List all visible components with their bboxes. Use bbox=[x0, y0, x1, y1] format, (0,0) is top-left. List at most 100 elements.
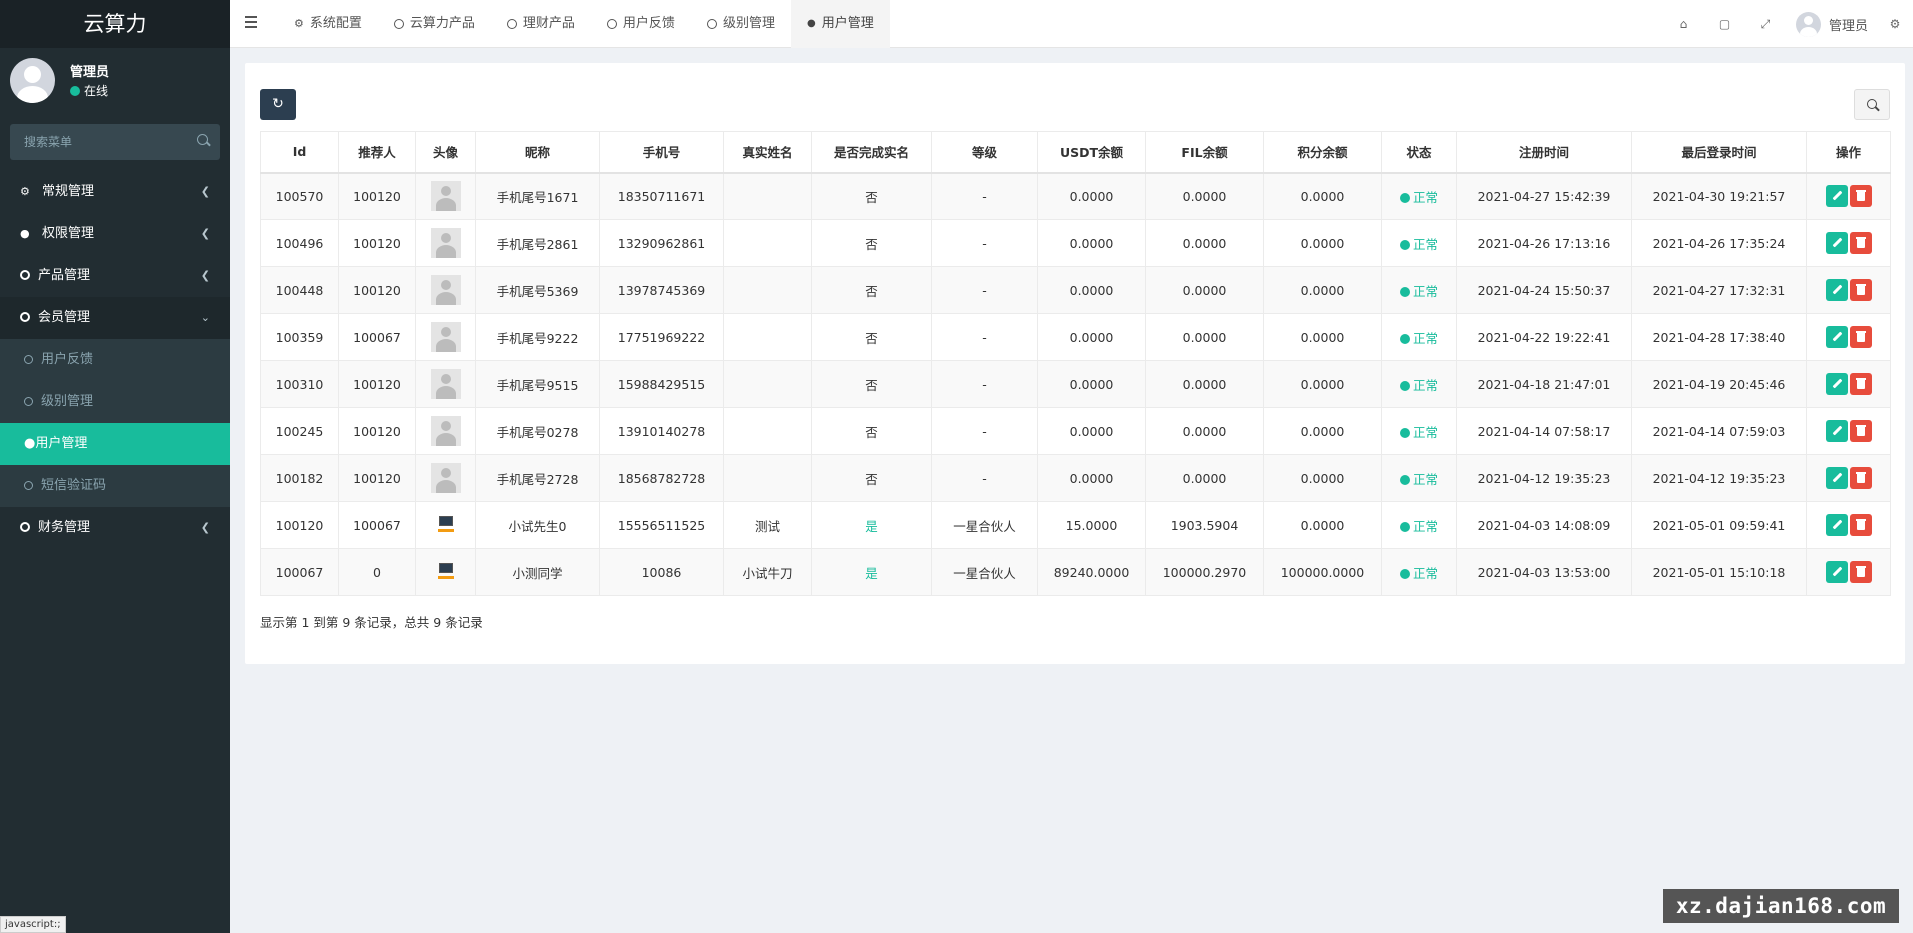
cell-avatar bbox=[415, 454, 476, 502]
refresh-icon: ↻ bbox=[272, 96, 284, 112]
search-toggle-button[interactable] bbox=[1854, 89, 1890, 120]
top-user-menu[interactable]: 管理员 bbox=[1786, 11, 1883, 37]
sidebar-item-permission[interactable]: ● 权限管理 ❮ bbox=[0, 213, 230, 255]
cell-points: 0.0000 bbox=[1263, 407, 1382, 455]
sidebar-item-product[interactable]: 产品管理 ❮ bbox=[0, 255, 230, 297]
user-avatar-placeholder[interactable] bbox=[430, 369, 461, 399]
delete-button[interactable] bbox=[1849, 185, 1872, 208]
user-avatar-placeholder[interactable] bbox=[430, 228, 461, 258]
user-avatar-placeholder[interactable] bbox=[430, 181, 461, 212]
user-avatar-image[interactable] bbox=[436, 561, 456, 583]
cell-avatar bbox=[415, 313, 476, 361]
edit-button[interactable] bbox=[1825, 561, 1848, 583]
tab-finance-product[interactable]: 理财产品 bbox=[491, 0, 591, 48]
tab-cloud-product[interactable]: 云算力产品 bbox=[378, 0, 491, 48]
cell-ref: 100120 bbox=[338, 266, 416, 314]
user-avatar-image[interactable] bbox=[436, 514, 456, 536]
cell-last: 2021-04-26 17:35:24 bbox=[1631, 219, 1807, 267]
cell-real: 小试牛刀 bbox=[723, 548, 812, 596]
sidebar-item-member[interactable]: 会员管理 ⌄ bbox=[0, 297, 230, 339]
column-header: 推荐人 bbox=[338, 131, 416, 174]
cell-usdt: 0.0000 bbox=[1037, 266, 1146, 314]
cell-status: 正常 bbox=[1381, 313, 1457, 361]
column-header: 最后登录时间 bbox=[1631, 131, 1807, 174]
status-badge: 正常 bbox=[1399, 566, 1438, 581]
user-avatar-placeholder[interactable] bbox=[430, 322, 461, 352]
cell-ref: 100120 bbox=[338, 172, 416, 220]
sidebar-item-general[interactable]: ⚙ 常规管理 ❮ bbox=[0, 171, 230, 213]
edit-button[interactable] bbox=[1825, 185, 1848, 208]
cell-nick: 小试先生0 bbox=[475, 501, 600, 549]
cell-last: 2021-05-01 09:59:41 bbox=[1631, 501, 1807, 549]
cell-verified: 否 bbox=[811, 313, 932, 361]
column-header[interactable]: Id bbox=[260, 131, 339, 174]
cell-verified: 否 bbox=[811, 454, 932, 502]
top-user-name: 管理员 bbox=[1828, 18, 1868, 34]
cell-verified: 否 bbox=[811, 266, 932, 314]
delete-button[interactable] bbox=[1849, 373, 1872, 395]
cell-reg: 2021-04-03 14:08:09 bbox=[1456, 501, 1632, 549]
refresh-button[interactable]: ↻ bbox=[260, 89, 296, 120]
cell-actions bbox=[1806, 454, 1891, 502]
content-panel: ↻ Id 推荐人 头像 昵称 手机号 真实姓名 是否完成实名 等级 USDT余额 FIL余额 积分余… bbox=[245, 63, 1905, 664]
column-header: 等级 bbox=[931, 131, 1038, 174]
delete-button[interactable] bbox=[1849, 279, 1872, 301]
tab-level-management[interactable]: 级别管理 bbox=[691, 0, 791, 48]
tab-user-management[interactable]: ● 用户管理 bbox=[790, 0, 890, 48]
menu-search-input[interactable] bbox=[10, 124, 220, 160]
user-table: Id 推荐人 头像 昵称 手机号 真实姓名 是否完成实名 等级 USDT余额 FIL余额 积分余额状… bbox=[260, 131, 1891, 596]
sidebar-item-sms-code[interactable]: 短信验证码 bbox=[0, 465, 230, 507]
tab-system-config[interactable]: ⚙ 系统配置 bbox=[278, 0, 378, 48]
tab-user-feedback[interactable]: 用户反馈 bbox=[591, 0, 691, 48]
delete-button[interactable] bbox=[1849, 232, 1872, 254]
edit-button[interactable] bbox=[1825, 373, 1848, 395]
chevron-left-icon: ❮ bbox=[200, 269, 210, 282]
cell-avatar bbox=[415, 172, 476, 220]
user-avatar-placeholder[interactable] bbox=[430, 463, 461, 493]
sidebar-item-feedback[interactable]: 用户反馈 bbox=[0, 339, 230, 381]
delete-button[interactable] bbox=[1849, 420, 1872, 442]
cell-nick: 手机尾号2861 bbox=[475, 219, 600, 267]
hamburger-menu-icon[interactable] bbox=[245, 16, 257, 31]
cell-phone: 17751969222 bbox=[599, 313, 724, 361]
edit-button[interactable] bbox=[1825, 326, 1848, 348]
cell-id: 100310 bbox=[260, 360, 339, 408]
brand-logo[interactable]: 云算力 bbox=[0, 0, 230, 48]
chevron-left-icon: ❮ bbox=[200, 185, 210, 198]
cell-usdt: 15.0000 bbox=[1037, 501, 1146, 549]
user-avatar-placeholder[interactable] bbox=[430, 275, 461, 305]
fullscreen-icon[interactable]: ⤢ bbox=[1745, 17, 1786, 32]
cell-id: 100120 bbox=[260, 501, 339, 549]
table-row: 100067 0 小测同学 10086 小试牛刀是一星合伙人 89240.0000 1000… bbox=[260, 548, 1891, 596]
home-icon[interactable]: ⌂ bbox=[1663, 17, 1704, 31]
sidebar-search bbox=[10, 124, 220, 160]
sidebar-item-level[interactable]: 级别管理 bbox=[0, 381, 230, 423]
edit-button[interactable] bbox=[1825, 467, 1848, 489]
cell-fil: 0.0000 bbox=[1145, 313, 1264, 361]
edit-button[interactable] bbox=[1825, 514, 1848, 536]
delete-button[interactable] bbox=[1849, 514, 1872, 536]
delete-button[interactable] bbox=[1849, 467, 1872, 489]
sidebar-item-user-management[interactable]: ●用户管理 bbox=[0, 423, 230, 465]
cell-phone: 13290962861 bbox=[599, 219, 724, 267]
cell-reg: 2021-04-24 15:50:37 bbox=[1456, 266, 1632, 314]
sidebar: 云算力 管理员 在线 ⚙常规管理❮ ●权限管理❮ 产品管理❮ 会员管理⌄ 用户反… bbox=[0, 0, 230, 933]
cell-fil: 0.0000 bbox=[1145, 454, 1264, 502]
trash-icon[interactable]: ▢ bbox=[1704, 17, 1745, 31]
settings-gear-icon[interactable]: ⚙ bbox=[1883, 17, 1907, 31]
avatar bbox=[10, 58, 55, 103]
chevron-left-icon: ❮ bbox=[200, 521, 210, 534]
edit-button[interactable] bbox=[1825, 232, 1848, 254]
edit-button[interactable] bbox=[1825, 420, 1848, 442]
table-row: 100182 100120 手机尾号2728 18568782728 否 -0.0000 0… bbox=[260, 454, 1891, 502]
column-header: FIL余额 bbox=[1145, 131, 1264, 174]
sidebar-item-finance[interactable]: 财务管理 ❮ bbox=[0, 507, 230, 549]
delete-button[interactable] bbox=[1849, 326, 1872, 348]
circle-icon bbox=[24, 355, 33, 364]
search-icon[interactable] bbox=[197, 134, 208, 145]
circle-icon bbox=[606, 19, 617, 29]
delete-button[interactable] bbox=[1849, 561, 1872, 583]
edit-button[interactable] bbox=[1825, 279, 1848, 301]
cell-phone: 15556511525 bbox=[599, 501, 724, 549]
user-avatar-placeholder[interactable] bbox=[430, 416, 461, 446]
